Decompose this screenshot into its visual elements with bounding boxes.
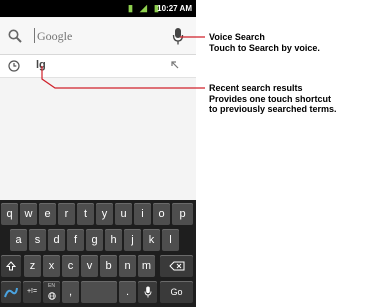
recent-callout-title: Recent search results: [209, 83, 303, 93]
recent-callout-line: [41, 66, 205, 89]
voice-callout-title: Voice Search: [209, 32, 265, 42]
recent-callout-desc-1: Provides one touch shortcut: [209, 93, 332, 104]
voice-search-callout: Voice Search Touch to Search by voice.: [209, 32, 320, 53]
voice-callout-desc: Touch to Search by voice.: [209, 42, 320, 53]
recent-callout-desc-2: to previously searched terms.: [209, 104, 337, 114]
recent-search-callout: Recent search results Provides one touch…: [209, 83, 337, 115]
